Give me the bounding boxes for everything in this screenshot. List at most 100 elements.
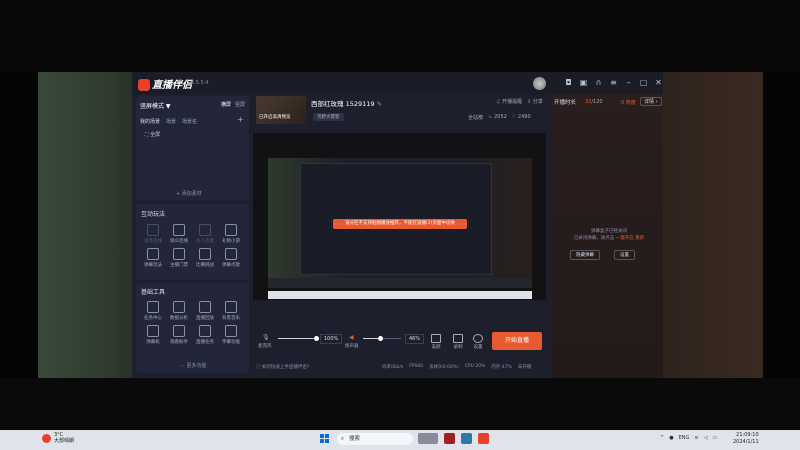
tool-icon (147, 248, 159, 260)
menu-icon[interactable]: ≡ (609, 78, 618, 87)
tool-label: 数据分析 (170, 316, 188, 321)
tool-label: 字幕功能 (222, 340, 240, 345)
mic-volume-slider[interactable] (278, 336, 319, 341)
mic-volume-value[interactable]: 100% (320, 334, 343, 344)
add-scene-icon[interactable]: + (237, 115, 244, 124)
tool-button[interactable]: 弹幕玩法 (140, 248, 166, 268)
tool-button[interactable]: 数据分析 (166, 301, 192, 321)
tool-button[interactable]: 弹幕点歌 (218, 248, 244, 268)
settings-button[interactable]: 设置 (470, 334, 486, 350)
volume-icon[interactable]: ◁ (704, 435, 708, 441)
tool-icon (225, 301, 237, 313)
tool-label: 弹幕机 (146, 340, 160, 345)
taskbar-apps (418, 433, 489, 444)
tool-icon (173, 325, 185, 337)
tool-button[interactable]: 直播任务 (192, 325, 218, 345)
notification-icon[interactable]: ◘ (564, 78, 573, 87)
speaker-icon[interactable]: ◀ (349, 334, 354, 341)
tool-button[interactable]: 弹幕机 (140, 325, 166, 345)
tool-button[interactable]: 观看助手 (166, 325, 192, 345)
mode-selector[interactable]: 竖屏模式 ▼ (140, 101, 171, 110)
tool-icon (199, 301, 211, 313)
add-material-button[interactable]: + 添加素材 (176, 190, 202, 197)
tool-label: 直播回放 (196, 316, 214, 321)
app-version: 6.5.5.4 (191, 80, 209, 86)
app-zebra-icon[interactable] (418, 433, 438, 444)
tab-landscape[interactable]: 横屏 (221, 101, 231, 108)
start-live-button[interactable]: 开始直播 (492, 332, 542, 350)
tool-icon (199, 224, 211, 236)
rank-badge[interactable]: 全站榜 (468, 114, 483, 121)
basic-title: 基础工具 (141, 289, 166, 296)
app-live-icon[interactable] (478, 433, 489, 444)
beauty-button[interactable]: 美颜 (428, 334, 444, 350)
tool-label: 礼物小游 (222, 239, 240, 244)
mic-label: 麦克风 (258, 344, 272, 349)
like-count: ♡ 2490 (511, 114, 531, 120)
mic-tray-icon[interactable]: ● (669, 435, 673, 441)
system-clock[interactable]: 21:09:10 2024/1/11 (733, 432, 759, 446)
battery-icon[interactable]: ▭ (712, 435, 717, 441)
minimize-icon[interactable]: – (624, 78, 633, 87)
record-button[interactable]: 录制 (450, 334, 466, 350)
tool-button[interactable]: 多人连麦 (192, 224, 218, 244)
language-indicator[interactable]: ENG (679, 435, 690, 441)
tool-label: 语音连线 (144, 239, 162, 244)
close-icon[interactable]: ✕ (654, 78, 663, 87)
more-functions-button[interactable]: ··· 更多功能 (180, 362, 206, 369)
hide-danmu-button[interactable]: 隐藏弹幕 (570, 250, 600, 260)
tool-button[interactable]: 观众连线 (166, 224, 192, 244)
chevron-up-icon[interactable]: ^ (660, 435, 664, 441)
tab-scene[interactable]: 场景 (166, 118, 176, 125)
weather-widget[interactable]: 3°C 大部晴朗 (42, 432, 74, 444)
taskbar-search[interactable]: ⌕ 搜索 (337, 433, 413, 445)
metric-item: 丢帧0(0.00%) (429, 365, 459, 370)
category-tag[interactable]: 荒野大镖客 (313, 113, 344, 121)
tab-portrait[interactable]: 竖屏 (235, 101, 245, 108)
danmu-settings-button[interactable]: 设置 (614, 250, 635, 260)
wifi-icon[interactable]: ≋ (694, 435, 698, 441)
basic-tools: 任务中心 数据分析 直播回放 背景音乐弹幕机 观看助手 直播任务 字幕功能 (140, 301, 244, 345)
maximize-icon[interactable]: ▢ (639, 78, 648, 87)
speaker-volume-value[interactable]: 46% (405, 334, 425, 344)
header-actions: ♫ 开播提醒 ⇪ 分享 (496, 98, 543, 105)
share-button[interactable]: ⇪ 分享 (527, 98, 543, 105)
tool-button[interactable]: 直播回放 (192, 301, 218, 321)
message-icon[interactable]: ▣ (579, 78, 588, 87)
help-link[interactable]: ⓘ 如何快速上手直播伴侣? (256, 364, 309, 370)
beauty-icon (431, 334, 441, 343)
orientation-tabs: 横屏 竖屏 (221, 101, 245, 108)
rank-title: 开播时长 (554, 100, 577, 106)
metric-item: 码率0kb/s (382, 365, 404, 370)
app-photo-icon[interactable] (461, 433, 472, 444)
windows-start-icon[interactable] (320, 434, 330, 444)
tool-button[interactable]: 语音连线 (140, 224, 166, 244)
tool-button[interactable]: 字幕功能 (218, 325, 244, 345)
tool-button[interactable]: 背景音乐 (218, 301, 244, 321)
enable-danmu-link[interactable]: 一键开启 (616, 236, 634, 241)
scene-item-fullscreen[interactable]: ⛶ 全屏 (145, 131, 160, 138)
edit-icon[interactable]: ✎ (377, 100, 382, 108)
app-game-icon[interactable] (444, 433, 455, 444)
tab-my-scenes[interactable]: 我的场景 (140, 118, 160, 125)
headset-icon[interactable]: ∩ (594, 78, 603, 87)
tool-icon (147, 325, 159, 337)
interact-title: 互动玩法 (141, 211, 166, 218)
record-icon (453, 334, 463, 343)
tool-button[interactable]: 比赛挑战 (192, 248, 218, 268)
mic-icon[interactable]: 🎙 (262, 334, 270, 341)
tab-scene-name[interactable]: 场景名 (182, 118, 197, 125)
speaker-volume-slider[interactable] (363, 336, 401, 341)
tool-button[interactable]: 主播门票 (166, 248, 192, 268)
tool-button[interactable]: 礼物小游 (218, 224, 244, 244)
room-title[interactable]: 西部红玫瑰 1529119 ✎ (311, 98, 382, 108)
heat-count: ♨ 2052 (488, 114, 507, 120)
weather-icon (42, 433, 51, 443)
avatar[interactable] (533, 77, 546, 90)
reminder-button[interactable]: ♫ 开播提醒 (496, 98, 522, 105)
tool-label: 观众连线 (170, 239, 188, 244)
search-icon: ⌕ (341, 436, 345, 442)
detail-button[interactable]: 详情 › (640, 97, 662, 106)
tool-icon (225, 325, 237, 337)
tool-button[interactable]: 任务中心 (140, 301, 166, 321)
